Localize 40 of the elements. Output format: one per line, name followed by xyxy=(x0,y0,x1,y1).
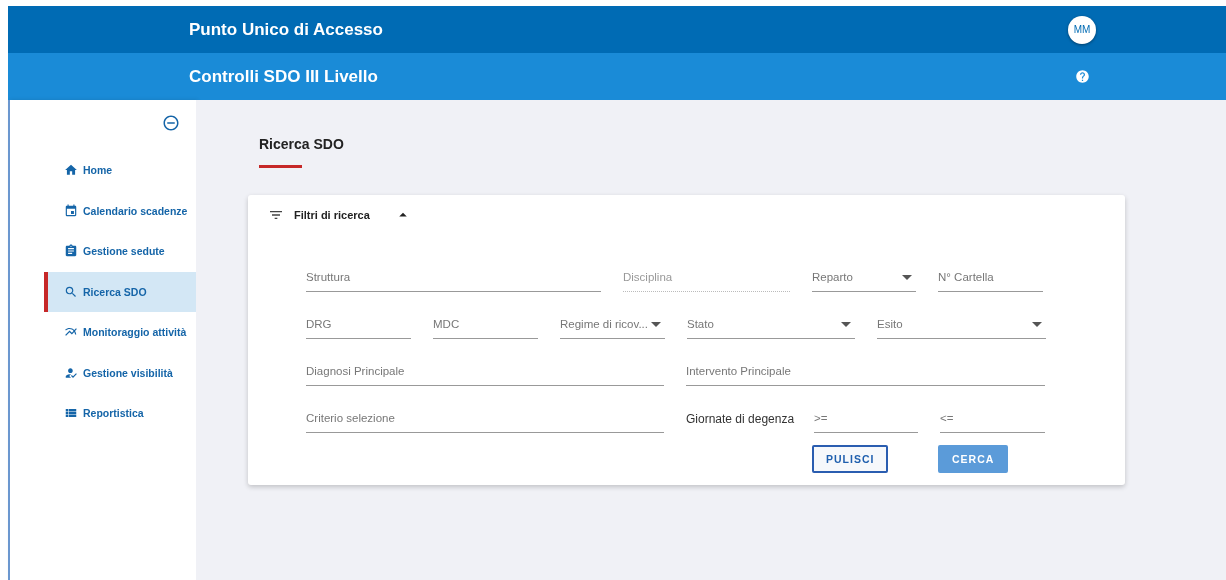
sidebar-item[interactable]: Reportistica xyxy=(44,393,196,434)
user-avatar[interactable]: MM xyxy=(1068,15,1096,44)
input-field[interactable]: DRG xyxy=(306,310,411,339)
input-field[interactable]: <= xyxy=(940,404,1045,433)
dropdown-icon xyxy=(902,274,912,280)
help-icon[interactable] xyxy=(1075,69,1090,84)
input-field[interactable]: Criterio selezione xyxy=(306,404,664,433)
title-underline xyxy=(259,165,302,168)
sidebar-item[interactable]: Calendario scadenze xyxy=(44,190,196,231)
select-field[interactable]: Stato xyxy=(687,310,855,339)
select-field[interactable]: Reparto xyxy=(812,263,916,292)
select-field[interactable]: Regime di ricov... xyxy=(560,310,665,339)
input-field[interactable]: Diagnosi Principale xyxy=(306,357,664,386)
input-field[interactable]: >= xyxy=(814,404,918,433)
dropdown-icon xyxy=(1032,321,1042,327)
home-icon xyxy=(64,163,78,178)
page-title: Ricerca SDO xyxy=(259,136,345,152)
user-check-icon xyxy=(64,365,78,380)
search-button[interactable]: CERCA xyxy=(938,445,1009,473)
clipboard-icon xyxy=(64,244,78,259)
dropdown-icon xyxy=(651,321,661,327)
sidebar-item[interactable]: Gestione sedute xyxy=(44,231,196,272)
search-icon xyxy=(64,284,78,299)
collapse-icon[interactable] xyxy=(162,114,180,132)
app-title: Punto Unico di Accesso xyxy=(189,19,383,40)
filter-title: Filtri di ricerca xyxy=(294,209,370,221)
input-field[interactable]: N° Cartella xyxy=(938,263,1043,292)
input-field[interactable]: MDC xyxy=(433,310,538,339)
sidebar-item[interactable]: Gestione visibilità xyxy=(44,352,196,393)
field-label: Giornate di degenza xyxy=(686,410,792,428)
clear-button[interactable]: PULISCI xyxy=(812,445,889,473)
sidebar-item[interactable]: Monitoraggio attività xyxy=(44,312,196,353)
dropdown-icon xyxy=(841,321,851,327)
section-title: Controlli SDO III Livello xyxy=(189,66,378,87)
input-field[interactable]: Struttura xyxy=(306,263,601,292)
sidebar-item[interactable]: Home xyxy=(44,150,196,191)
select-field[interactable]: Esito xyxy=(877,310,1046,339)
input-field[interactable]: Intervento Principale xyxy=(686,357,1045,386)
calendar-icon xyxy=(64,203,78,218)
sidebar-item[interactable]: Ricerca SDO xyxy=(44,271,196,312)
